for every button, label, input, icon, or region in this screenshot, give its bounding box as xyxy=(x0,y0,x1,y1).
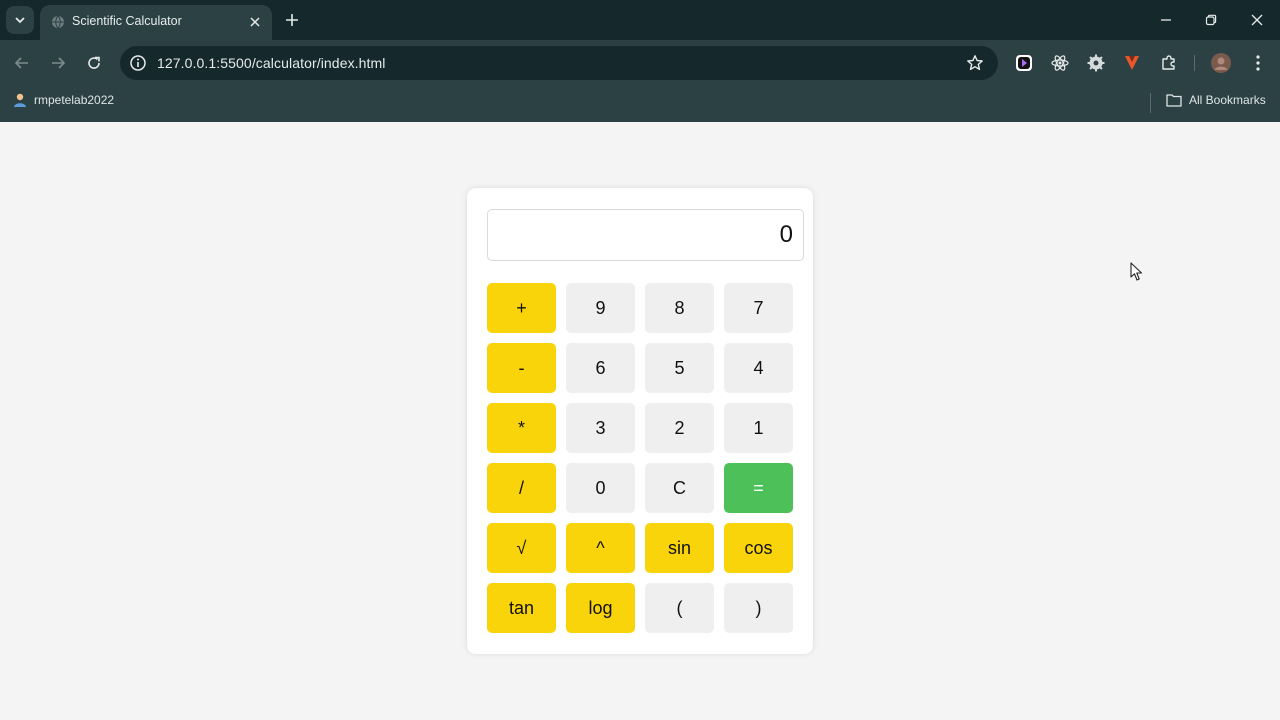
restore-button[interactable] xyxy=(1198,8,1224,32)
restore-icon xyxy=(1205,14,1217,26)
key-0-button[interactable]: 0 xyxy=(566,463,635,513)
key-clear-button[interactable]: C xyxy=(645,463,714,513)
vue-devtools-icon xyxy=(1125,56,1139,70)
tab-scientific-calculator[interactable]: Scientific Calculator xyxy=(40,5,272,40)
key-minus-button[interactable]: - xyxy=(487,343,556,393)
arrow-right-icon xyxy=(52,57,66,69)
key-4-button[interactable]: 4 xyxy=(724,343,793,393)
info-icon[interactable] xyxy=(129,54,147,72)
minimize-button[interactable] xyxy=(1153,8,1179,32)
key-7-button[interactable]: 7 xyxy=(724,283,793,333)
folder-icon xyxy=(1166,94,1182,107)
new-tab-button[interactable] xyxy=(282,10,302,30)
tab-title: Scientific Calculator xyxy=(72,14,182,28)
key-power-button[interactable]: ^ xyxy=(566,523,635,573)
calculator-display[interactable]: 0 xyxy=(487,209,804,261)
bookmark-item-profile[interactable]: rmpetelab2022 xyxy=(12,92,114,108)
extension-button-1[interactable] xyxy=(1014,53,1034,73)
key-3-button[interactable]: 3 xyxy=(566,403,635,453)
globe-icon xyxy=(52,15,64,29)
key-6-button[interactable]: 6 xyxy=(566,343,635,393)
close-icon xyxy=(1251,14,1263,26)
bookmarks-bar: rmpetelab2022 All Bookmarks xyxy=(0,86,1280,122)
arrow-left-icon xyxy=(14,57,28,69)
extensions-button[interactable] xyxy=(1159,53,1179,73)
key-multiply-button[interactable]: * xyxy=(487,403,556,453)
tab-search-button[interactable] xyxy=(6,6,34,34)
plus-icon xyxy=(286,14,298,26)
key-equals-button[interactable]: = xyxy=(724,463,793,513)
gear-icon xyxy=(1087,54,1105,72)
url-text[interactable]: 127.0.0.1:5500/calculator/index.html xyxy=(157,55,386,71)
key-divide-button[interactable]: / xyxy=(487,463,556,513)
key-log-button[interactable]: log xyxy=(566,583,635,633)
key-sqrt-button[interactable]: √ xyxy=(487,523,556,573)
close-window-button[interactable] xyxy=(1244,8,1270,32)
key-9-button[interactable]: 9 xyxy=(566,283,635,333)
keypad: +9 8 7 -6 5 4 * 3 2 1 /0 C = √ ^ sin cos tan log() xyxy=(487,283,793,633)
key-8-button[interactable]: 8 xyxy=(645,283,714,333)
avatar xyxy=(1211,53,1231,73)
bookmarks-divider xyxy=(1150,93,1151,113)
close-icon xyxy=(250,17,260,27)
mouse-cursor-icon xyxy=(1130,262,1143,281)
key-plus-button[interactable]: + xyxy=(487,283,556,333)
calculator-panel: 0 +9 8 7-6 5 4 * 3 2 1/0 C = √ ^ sin cos tan log() xyxy=(467,188,813,654)
forward-button[interactable] xyxy=(46,51,70,75)
all-bookmarks-button[interactable]: All Bookmarks xyxy=(1166,93,1266,107)
address-bar[interactable]: 127.0.0.1:5500/calculator/index.html xyxy=(120,46,998,80)
react-icon xyxy=(1051,55,1069,71)
minimize-icon xyxy=(1161,19,1171,21)
browser-menu-button[interactable] xyxy=(1248,53,1268,73)
key-2-button[interactable]: 2 xyxy=(645,403,714,453)
chevron-down-icon xyxy=(15,17,25,24)
key-tan-button[interactable]: tan xyxy=(487,583,556,633)
toolbar-divider xyxy=(1194,55,1195,71)
back-button[interactable] xyxy=(10,51,34,75)
profile-avatar-button[interactable] xyxy=(1211,53,1231,73)
all-bookmarks-label: All Bookmarks xyxy=(1189,93,1266,107)
reload-button[interactable] xyxy=(82,51,106,75)
extension-button-2[interactable] xyxy=(1050,53,1070,73)
key-open-paren-button[interactable]: ( xyxy=(645,583,714,633)
puzzle-icon xyxy=(1162,55,1175,70)
reload-icon xyxy=(88,56,100,69)
key-5-button[interactable]: 5 xyxy=(645,343,714,393)
key-sin-button[interactable]: sin xyxy=(645,523,714,573)
browser-toolbar: 127.0.0.1:5500/calculator/index.html xyxy=(0,40,1280,86)
extension-app-icon xyxy=(1016,55,1032,71)
key-cos-button[interactable]: cos xyxy=(724,523,793,573)
tab-strip: Scientific Calculator xyxy=(0,0,1280,40)
star-icon[interactable] xyxy=(966,54,984,72)
tab-close-button[interactable] xyxy=(246,13,264,31)
browser-window: Scientific Calculator 127.0.0.1:5500/cal… xyxy=(0,0,1280,122)
extension-button-3[interactable] xyxy=(1086,53,1106,73)
bookmark-label: rmpetelab2022 xyxy=(34,93,115,107)
user-icon xyxy=(14,93,26,107)
more-vertical-icon xyxy=(1256,55,1260,71)
key-close-paren-button[interactable]: ) xyxy=(724,583,793,633)
key-1-button[interactable]: 1 xyxy=(724,403,793,453)
extension-button-4[interactable] xyxy=(1122,53,1142,73)
